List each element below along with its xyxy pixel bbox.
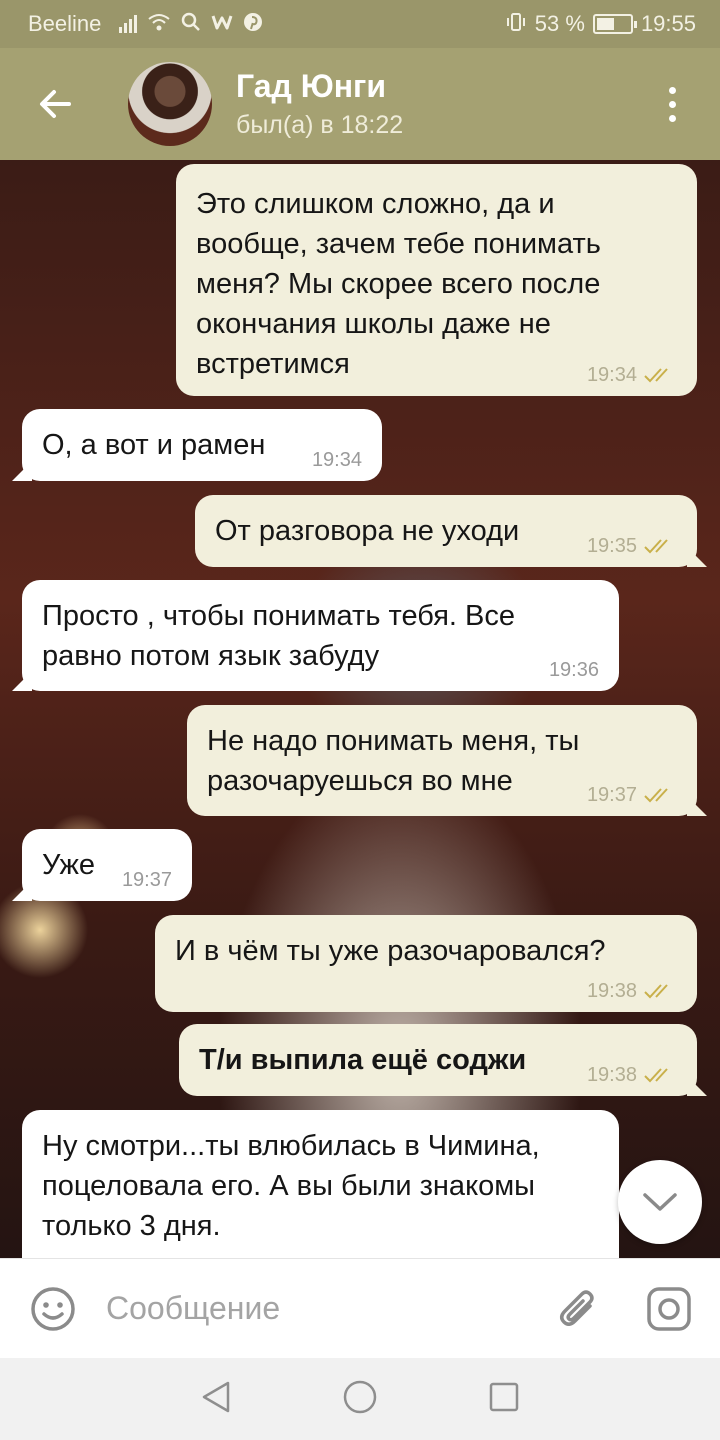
battery-percent: 53 % bbox=[534, 11, 585, 36]
message-composer bbox=[0, 1258, 720, 1358]
message-text: Ну смотри...ты влюбилась в Чимина, поцел… bbox=[42, 1130, 540, 1242]
scroll-to-bottom-button[interactable] bbox=[618, 1160, 702, 1244]
circle-home-icon bbox=[343, 1380, 377, 1413]
camera-icon bbox=[647, 1286, 691, 1331]
paperclip-icon bbox=[560, 1289, 594, 1326]
message-time: 19:37 bbox=[586, 784, 637, 806]
message-bubble-outgoing[interactable]: Не надо понимать меня, ты разочаруешься … bbox=[187, 705, 697, 816]
message-time: 19:34 bbox=[311, 449, 362, 471]
last-seen-status: был(а) в 18:22 bbox=[236, 111, 404, 139]
nav-recents-button[interactable] bbox=[488, 1381, 520, 1418]
message-time: 19:35 bbox=[586, 535, 637, 557]
square-recents-icon bbox=[489, 1382, 519, 1411]
double-check-icon bbox=[643, 982, 677, 1000]
message-text: И в чём ты уже разочаровался? bbox=[175, 935, 606, 967]
contact-info[interactable]: Гад Юнги был(а) в 18:22 bbox=[236, 68, 403, 140]
message-bubble-incoming[interactable]: Ну смотри...ты влюбилась в Чимина, поцел… bbox=[22, 1110, 619, 1258]
camera-button[interactable] bbox=[624, 1285, 714, 1333]
signal-icon bbox=[119, 15, 138, 33]
more-vertical-icon bbox=[668, 86, 676, 122]
contact-name: Гад Юнги bbox=[236, 68, 387, 104]
carrier-name: Beeline bbox=[28, 11, 102, 36]
system-navigation-bar bbox=[0, 1358, 720, 1440]
nav-back-button[interactable] bbox=[200, 1380, 232, 1419]
arrow-left-icon bbox=[40, 90, 71, 118]
nav-home-button[interactable] bbox=[342, 1379, 378, 1420]
message-bubble-incoming[interactable]: О, а вот и рамен 19:34 bbox=[22, 409, 382, 481]
wattpad-icon bbox=[211, 13, 233, 35]
message-bubble-incoming[interactable]: Уже 19:37 bbox=[22, 829, 192, 901]
message-bubble-outgoing[interactable]: От разговора не уходи 19:35 bbox=[195, 495, 697, 567]
battery-icon bbox=[592, 14, 637, 34]
message-bubble-outgoing[interactable]: Т/и выпила ещё соджи 19:38 bbox=[179, 1024, 697, 1096]
triangle-back-icon bbox=[202, 1381, 230, 1412]
message-time: 19:36 bbox=[548, 659, 599, 681]
message-time: 19:37 bbox=[121, 869, 172, 891]
message-time: 19:38 bbox=[586, 1064, 637, 1086]
emoji-button[interactable] bbox=[0, 1285, 106, 1333]
status-bar: Beeline 53 % 19:55 bbox=[0, 0, 720, 48]
double-check-icon bbox=[643, 366, 677, 384]
message-list[interactable]: Это слишком сложно, да и вообще, зачем т… bbox=[0, 160, 720, 1258]
chat-header: Гад Юнги был(а) в 18:22 bbox=[0, 48, 720, 160]
double-check-icon bbox=[643, 786, 677, 804]
pinterest-icon bbox=[243, 12, 263, 36]
message-text: Просто , чтобы понимать тебя. Все равно … bbox=[42, 600, 516, 672]
vibrate-icon bbox=[505, 12, 527, 36]
message-input[interactable] bbox=[106, 1290, 534, 1327]
search-icon bbox=[181, 12, 201, 36]
attach-button[interactable] bbox=[534, 1286, 624, 1332]
smile-icon bbox=[31, 1286, 75, 1331]
double-check-icon bbox=[643, 1066, 677, 1084]
back-button[interactable] bbox=[0, 48, 110, 160]
chevron-down-icon bbox=[643, 1193, 677, 1211]
wifi-icon bbox=[147, 12, 171, 36]
double-check-icon bbox=[643, 537, 677, 555]
message-bubble-outgoing[interactable]: Это слишком сложно, да и вообще, зачем т… bbox=[176, 164, 697, 396]
message-bubble-incoming[interactable]: Просто , чтобы понимать тебя. Все равно … bbox=[22, 580, 619, 691]
contact-avatar[interactable] bbox=[128, 62, 212, 146]
message-bubble-outgoing[interactable]: И в чём ты уже разочаровался? 19:38 bbox=[155, 915, 697, 1012]
clock: 19:55 bbox=[640, 11, 696, 36]
message-time: 19:34 bbox=[586, 364, 637, 386]
message-text: Это слишком сложно, да и вообще, зачем т… bbox=[196, 188, 601, 380]
more-options-button[interactable] bbox=[624, 48, 720, 160]
message-time: 19:38 bbox=[586, 980, 637, 1002]
